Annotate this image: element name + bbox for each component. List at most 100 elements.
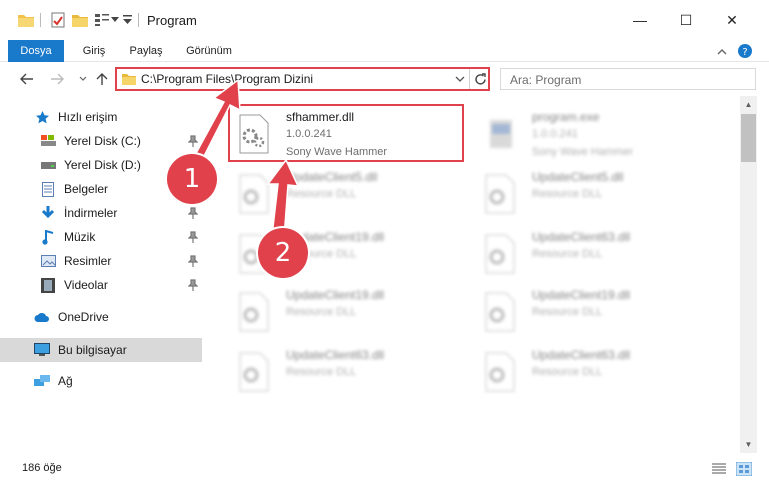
file-item[interactable]: UpdateClient5.dll Resource DLL — [228, 166, 458, 220]
sidebar-item-label: Yerel Disk (D:) — [64, 158, 141, 172]
file-item-program-exe[interactable]: program.exe 1.0.0.241 Sony Wave Hammer — [474, 106, 704, 160]
properties-icon[interactable] — [50, 12, 66, 28]
tiles-view-icon[interactable] — [736, 462, 752, 476]
dll-gear-icon — [236, 174, 272, 214]
file-item[interactable]: UpdateClient19.dll Resource DLL — [228, 284, 458, 338]
address-path[interactable]: C:\Program Files\Program Dizini — [141, 72, 313, 86]
drive-icon — [40, 157, 56, 173]
file-description: Resource DLL — [532, 188, 603, 200]
navigation-pane: Hızlı erişim Yerel Disk (C:) Yerel Disk … — [0, 96, 210, 453]
up-icon[interactable] — [93, 70, 111, 88]
sidebar-item-onedrive[interactable]: OneDrive — [34, 306, 216, 328]
sidebar-item-label: Ağ — [58, 374, 73, 388]
vertical-scrollbar[interactable]: ▲ ▼ — [740, 96, 757, 453]
file-name: UpdateClient63.dll — [286, 348, 385, 362]
view-options-icon[interactable] — [94, 12, 110, 28]
file-highlight-box — [228, 104, 464, 162]
tab-view[interactable]: Görünüm — [178, 40, 240, 62]
file-version: 1.0.0.241 — [532, 128, 578, 140]
scroll-thumb[interactable] — [741, 114, 756, 162]
pin-icon[interactable] — [187, 207, 199, 219]
video-icon — [40, 277, 56, 293]
window-title: Program — [147, 13, 197, 28]
title-bar: Program — ☐ ✕ — [0, 0, 769, 40]
dll-gear-icon — [482, 292, 518, 332]
search-input[interactable]: Ara: Program — [500, 68, 756, 90]
customize-toolbar-icon[interactable] — [122, 12, 132, 28]
tab-share[interactable]: Paylaş — [122, 40, 170, 62]
sidebar-item-label: İndirmeler — [64, 206, 118, 220]
forward-icon[interactable] — [48, 70, 66, 88]
address-separator — [469, 69, 470, 89]
file-item[interactable]: UpdateClient5.dll Resource DLL — [474, 166, 704, 220]
file-description: Resource DLL — [532, 306, 603, 318]
dll-gear-icon — [482, 352, 518, 392]
title-separator — [40, 13, 41, 27]
sidebar-item-videos[interactable]: Videolar — [40, 274, 222, 296]
pin-icon[interactable] — [187, 135, 199, 147]
sidebar-item-label: Belgeler — [64, 182, 109, 196]
qa-dropdown-icon[interactable] — [110, 12, 120, 28]
file-item[interactable]: UpdateClient63.dll Resource DLL — [474, 226, 704, 280]
address-bar[interactable]: C:\Program Files\Program Dizini — [115, 67, 490, 91]
file-item[interactable]: UpdateClient63.dll Resource DLL — [474, 344, 704, 398]
refresh-icon[interactable] — [472, 71, 488, 87]
pin-icon[interactable] — [187, 255, 199, 267]
navigation-bar: C:\Program Files\Program Dizini Ara: Pro… — [0, 63, 769, 95]
sidebar-item-quick-access[interactable]: Hızlı erişim — [34, 106, 216, 128]
network-icon — [34, 373, 50, 389]
tab-home[interactable]: Giriş — [70, 40, 118, 62]
expand-ribbon-icon[interactable] — [714, 43, 730, 59]
computer-icon — [34, 342, 50, 358]
back-icon[interactable] — [18, 70, 36, 88]
sidebar-item-local-disk-c[interactable]: Yerel Disk (C:) — [40, 130, 222, 152]
svg-text:?: ? — [742, 47, 747, 58]
pin-icon[interactable] — [187, 231, 199, 243]
file-item[interactable]: UpdateClient19.dll Resource DLL — [474, 284, 704, 338]
sidebar-item-music[interactable]: Müzik — [40, 226, 222, 248]
maximize-button[interactable]: ☐ — [663, 0, 709, 40]
step-marker-2: 2 — [258, 228, 308, 278]
help-icon[interactable]: ? — [737, 43, 753, 59]
scroll-up-icon[interactable]: ▲ — [740, 96, 757, 113]
tab-file[interactable]: Dosya — [8, 40, 64, 62]
cloud-icon — [34, 309, 50, 325]
ribbon-tabs: Dosya Giriş Paylaş Görünüm ? — [0, 40, 769, 62]
new-folder-icon[interactable] — [72, 12, 88, 28]
pin-icon[interactable] — [187, 279, 199, 291]
documents-icon — [40, 181, 56, 197]
sidebar-item-downloads[interactable]: İndirmeler — [40, 202, 222, 224]
recent-locations-icon[interactable] — [74, 70, 92, 88]
minimize-button[interactable]: — — [617, 0, 663, 40]
close-button[interactable]: ✕ — [709, 0, 755, 40]
download-icon — [40, 205, 56, 221]
file-description: Resource DLL — [532, 248, 603, 260]
scroll-down-icon[interactable]: ▼ — [740, 436, 757, 453]
file-name: UpdateClient19.dll — [532, 288, 631, 302]
music-icon — [40, 229, 56, 245]
dll-gear-icon — [236, 352, 272, 392]
details-view-icon[interactable] — [711, 462, 727, 476]
file-name: UpdateClient5.dll — [286, 170, 378, 184]
exe-icon — [482, 114, 518, 154]
sidebar-item-label: Bu bilgisayar — [58, 343, 127, 357]
star-icon — [34, 109, 50, 125]
file-item[interactable]: UpdateClient63.dll Resource DLL — [228, 344, 458, 398]
sidebar-item-network[interactable]: Ağ — [34, 370, 216, 392]
folder-icon[interactable] — [18, 12, 34, 28]
sidebar-item-label: Hızlı erişim — [58, 110, 118, 124]
file-description: Resource DLL — [532, 366, 603, 378]
sidebar-item-label: Yerel Disk (C:) — [64, 134, 141, 148]
file-description: Sony Wave Hammer — [532, 146, 634, 158]
address-dropdown-icon[interactable] — [453, 71, 467, 87]
sidebar-item-label: Videolar — [64, 278, 108, 292]
sidebar-item-pictures[interactable]: Resimler — [40, 250, 222, 272]
sidebar-item-this-pc[interactable]: Bu bilgisayar — [34, 339, 216, 361]
file-name: UpdateClient63.dll — [532, 348, 631, 362]
item-count: 186 öğe — [22, 462, 62, 474]
drive-icon — [40, 133, 56, 149]
dll-gear-icon — [482, 174, 518, 214]
file-description: Resource DLL — [286, 188, 357, 200]
title-separator — [138, 13, 139, 27]
folder-icon — [122, 73, 136, 85]
